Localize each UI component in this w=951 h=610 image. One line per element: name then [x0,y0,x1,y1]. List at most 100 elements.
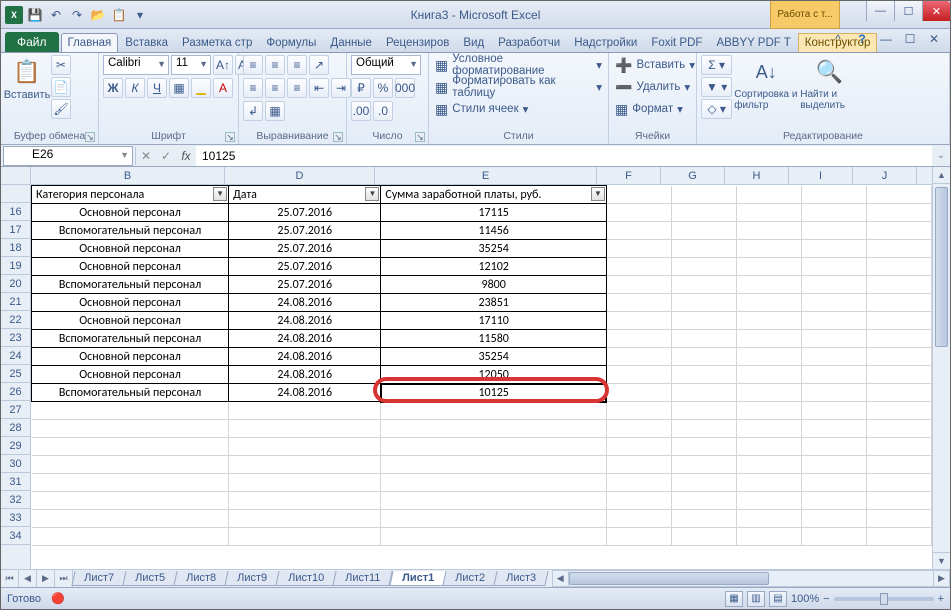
cell[interactable] [671,258,736,276]
qat-save[interactable]: 💾 [26,6,44,24]
cell[interactable] [736,294,801,312]
cell[interactable] [229,456,381,474]
cell[interactable] [671,438,736,456]
cell[interactable] [866,330,931,348]
wrap-text-button[interactable]: ↲ [243,101,263,121]
cell[interactable] [381,420,607,438]
cell[interactable] [606,312,671,330]
scroll-thumb[interactable] [935,187,948,347]
clear-button[interactable]: ◇ ▾ [701,99,732,119]
font-name-combo[interactable]: Calibri▼ [103,55,169,75]
cell[interactable] [866,240,931,258]
cell[interactable] [801,330,866,348]
currency-button[interactable]: ₽ [351,78,371,98]
cell[interactable] [381,510,607,528]
cell[interactable] [606,276,671,294]
minimize-button[interactable]: — [866,1,894,21]
cell[interactable]: Вспомогательный персонал [32,222,229,240]
align-right-button[interactable]: ≡ [287,78,307,98]
bold-button[interactable]: Ж [103,78,123,98]
cell[interactable] [32,456,229,474]
scroll-right-icon[interactable]: ▶ [933,570,950,587]
cell[interactable] [606,474,671,492]
cell[interactable] [736,492,801,510]
cell[interactable] [381,438,607,456]
cell[interactable] [801,492,866,510]
column-header-J[interactable]: J [853,167,917,184]
cell[interactable] [736,240,801,258]
find-select-button[interactable]: 🔍 Найти и выделить [800,55,858,111]
cell[interactable] [229,402,381,420]
cell[interactable] [671,312,736,330]
sheet-tab[interactable]: Лист3 [493,571,548,586]
qat-extra1[interactable]: 📂 [89,6,107,24]
copy-button[interactable]: 📄 [51,77,71,97]
conditional-formatting-button[interactable]: ▦Условное форматирование ▾ [433,55,604,75]
mdi-maximize[interactable]: ☐ [902,32,918,46]
paste-button[interactable]: 📋 Вставить [5,55,49,101]
cell[interactable] [671,240,736,258]
cell[interactable] [229,420,381,438]
column-header-H[interactable]: H [725,167,789,184]
dialog-launcher-icon[interactable]: ↘ [415,132,425,142]
row-header[interactable]: 23 [1,329,30,347]
grow-font-button[interactable]: A↑ [213,55,233,75]
cell[interactable] [671,492,736,510]
tab-home[interactable]: Главная [61,33,119,52]
cell[interactable] [801,384,866,402]
cell[interactable] [606,456,671,474]
fill-color-button[interactable]: ▁ [191,78,211,98]
mdi-minimize[interactable]: — [878,32,894,46]
vertical-scrollbar[interactable]: ▲ ▼ [932,167,950,569]
cell[interactable]: Основной персонал [32,240,229,258]
cell[interactable] [866,438,931,456]
font-color-button[interactable]: A [213,78,233,98]
cell[interactable] [606,348,671,366]
cell[interactable] [736,366,801,384]
cell[interactable]: 11456 [381,222,607,240]
qat-extra2[interactable]: 📋 [110,6,128,24]
macro-record-icon[interactable]: 🔴 [51,592,65,605]
cut-button[interactable]: ✂ [51,55,71,75]
merge-button[interactable]: ▦ [265,101,285,121]
sheet-tab[interactable]: Лист9 [224,571,279,586]
cell[interactable] [866,366,931,384]
cell[interactable] [801,474,866,492]
cell[interactable] [606,384,671,402]
cell[interactable]: 25.07.2016 [229,276,381,294]
cell[interactable] [229,474,381,492]
italic-button[interactable]: К [125,78,145,98]
cell[interactable] [736,330,801,348]
cell[interactable] [801,510,866,528]
tab-formulas[interactable]: Формулы [259,33,323,52]
cell[interactable] [606,402,671,420]
cell[interactable] [866,186,931,204]
cell[interactable]: Основной персонал [32,366,229,384]
cell[interactable] [606,204,671,222]
cell[interactable]: 10125 [381,384,607,402]
cell[interactable]: 24.08.2016 [229,348,381,366]
hscroll-thumb[interactable] [569,572,769,585]
cell-styles-button[interactable]: ▦Стили ячеек ▾ [433,99,530,119]
row-header[interactable]: 20 [1,275,30,293]
cell[interactable]: 17115 [381,204,607,222]
cell[interactable]: Сумма заработной платы, руб.▼ [381,186,607,204]
cell[interactable] [866,204,931,222]
minimize-ribbon-icon[interactable]: ^ [830,32,846,46]
cell[interactable] [229,528,381,546]
sheet-tab[interactable]: Лист7 [71,571,126,586]
zoom-slider[interactable] [834,597,934,601]
cell[interactable] [671,348,736,366]
cell[interactable] [736,438,801,456]
qat-undo[interactable]: ↶ [47,6,65,24]
expand-formula-bar-icon[interactable]: ⌄ [932,150,950,161]
decrease-indent-button[interactable]: ⇤ [309,78,329,98]
font-size-combo[interactable]: 11▼ [171,55,211,75]
cell[interactable] [801,456,866,474]
cell[interactable] [606,294,671,312]
cell[interactable] [606,510,671,528]
cell[interactable] [736,384,801,402]
cell[interactable] [671,510,736,528]
increase-decimal-button[interactable]: .00 [351,101,371,121]
row-header[interactable]: 17 [1,221,30,239]
